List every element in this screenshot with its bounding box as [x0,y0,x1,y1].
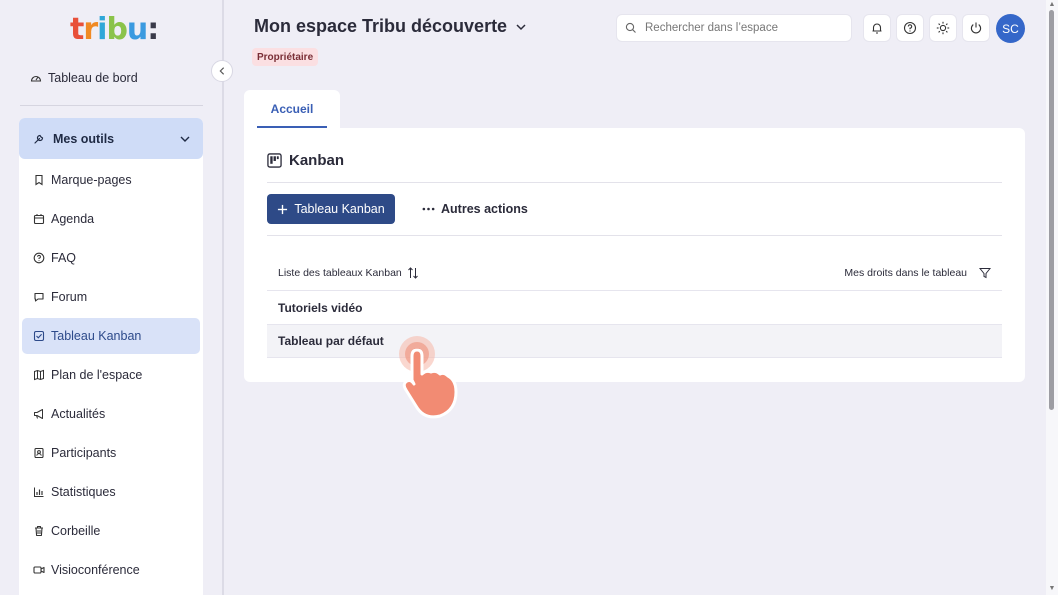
kanban-heading: Kanban [267,152,344,169]
sidebar-item-question[interactable]: FAQ [22,240,200,276]
question-circle-icon [903,21,917,35]
plus-icon [278,204,288,214]
theme-toggle-button[interactable] [929,14,957,42]
contact-icon [33,447,45,459]
sidebar-item-label: Tableau Kanban [51,329,142,343]
sidebar-item-label: Visioconférence [51,563,140,577]
add-kanban-board-label: Tableau Kanban [294,202,385,216]
kanban-card: Kanban Tableau Kanban Autres actions Lis… [244,128,1025,382]
scroll-thumb[interactable] [1049,10,1054,410]
ellipsis-icon [422,207,435,211]
sidebar-item-contact[interactable]: Participants [22,435,200,471]
sidebar-item-label: Plan de l'espace [51,368,143,382]
sidebar-item-label: FAQ [51,251,77,265]
avatar[interactable]: SC [996,14,1025,43]
sidebar-item-label: Statistiques [51,485,116,499]
filter-icon[interactable] [979,267,991,279]
search-box[interactable] [616,14,852,42]
sidebar-item-bookmark[interactable]: Marque-pages [22,162,200,198]
sidebar-item-label: Forum [51,290,88,304]
logo-letter: b [106,11,128,47]
space-title-text: Mon espace Tribu découverte [254,16,508,36]
board-name: Tutoriels vidéo [278,300,363,315]
gauge-icon [30,72,42,84]
column-header-rights: Mes droits dans le tableau [844,267,967,279]
sidebar-item-label: Marque-pages [51,173,132,187]
sidebar-item-map[interactable]: Plan de l'espace [22,357,200,393]
sidebar-item-label: Agenda [51,212,95,226]
divider [267,182,1002,183]
logo-letter: u [126,11,148,47]
sidebar-item-video[interactable]: Visioconférence [22,552,200,588]
sidebar-divider [20,105,203,106]
search-icon [625,22,636,33]
chat-icon [33,291,45,303]
map-icon [33,369,45,381]
tools-label: Mes outils [53,131,115,146]
sidebar-item-label: Actualités [51,407,106,421]
logo-letter: r [83,11,98,47]
sidebar-border [222,0,224,595]
sidebar-item-calendar[interactable]: Agenda [22,201,200,237]
table-row[interactable]: Tutoriels vidéo [267,290,1002,324]
sidebar-item-label: Corbeille [51,524,101,538]
sun-icon [936,21,950,35]
wrench-icon [33,133,45,145]
kanban-icon [267,153,282,168]
video-icon [33,564,45,576]
sidebar-item-label: Participants [51,446,117,460]
logo-letter: i [97,11,107,47]
page-scrollbar[interactable]: ▲ ▼ [1046,0,1058,595]
calendar-icon [33,213,45,225]
more-actions-button[interactable]: Autres actions [422,194,528,224]
table-row[interactable]: Tableau par défaut [267,324,1002,358]
kanban-title: Kanban [289,152,345,169]
sort-icon [407,267,418,279]
column-header-list: Liste des tableaux Kanban [278,267,402,279]
scroll-down-arrow[interactable]: ▼ [1048,585,1056,592]
table-header: Liste des tableaux Kanban Mes droits dan… [267,256,1002,290]
tools-menu-toggle[interactable]: Mes outils [19,118,203,159]
megaphone-icon [33,408,45,420]
bell-icon [872,23,882,34]
help-button[interactable] [896,14,924,42]
chevron-left-icon [219,67,225,75]
bar-chart-icon [33,486,45,498]
sidebar-item-label: Tableau de bord [48,71,138,85]
divider [267,235,1002,236]
scroll-up-arrow[interactable]: ▲ [1048,1,1056,8]
logo-letter: t [70,11,84,47]
notifications-button[interactable] [863,14,891,42]
role-badge: Propriétaire [252,48,319,66]
collapse-sidebar-button[interactable] [211,60,233,82]
board-name: Tableau par défaut [278,334,384,348]
checkbox-icon [33,330,45,342]
tab-label: Accueil [256,102,328,128]
question-icon [33,252,45,264]
space-title[interactable]: Mon espace Tribu découverte [254,16,527,37]
tab-accueil[interactable]: Accueil [244,90,340,130]
tribu-logo[interactable]: tribu: [70,11,159,47]
trash-icon [33,525,45,537]
chevron-down-icon [516,23,526,30]
sidebar: tribu: Tableau de bord Mes outils Marque… [0,0,222,595]
add-kanban-board-button[interactable]: Tableau Kanban [267,194,395,224]
sidebar-item-trash[interactable]: Corbeille [22,513,200,549]
sidebar-item-megaphone[interactable]: Actualités [22,396,200,432]
power-icon [970,22,982,34]
sidebar-item-dashboard[interactable]: Tableau de bord [30,68,138,88]
sort-list-column[interactable]: Liste des tableaux Kanban [278,267,419,279]
search-input[interactable] [645,22,835,34]
bookmark-icon [33,174,45,186]
sidebar-item-chat[interactable]: Forum [22,279,200,315]
more-actions-label: Autres actions [441,202,528,216]
logout-button[interactable] [962,14,990,42]
sidebar-item-bar-chart[interactable]: Statistiques [22,474,200,510]
logo-letter: : [147,11,159,47]
sidebar-item-checkbox[interactable]: Tableau Kanban [22,318,200,354]
chevron-down-icon [179,133,191,145]
